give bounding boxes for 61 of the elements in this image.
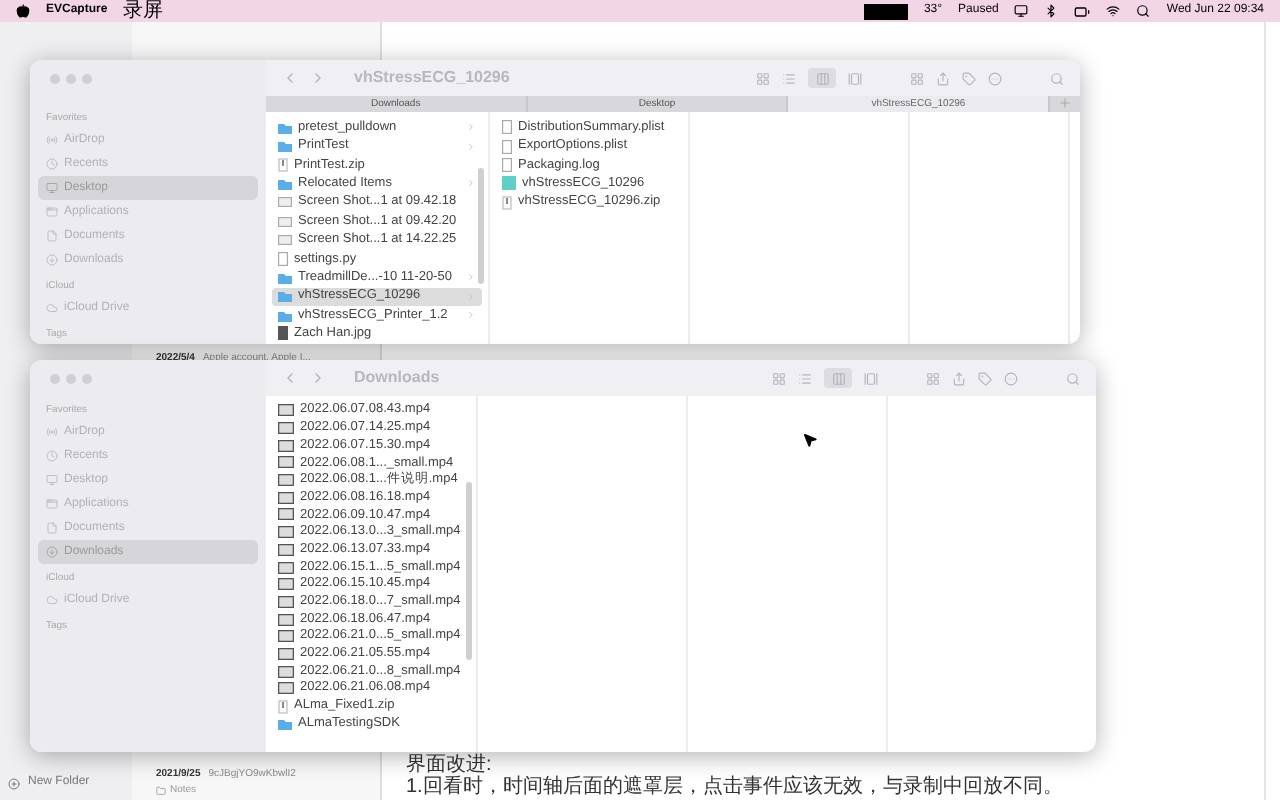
new-tab-icon[interactable]: [1058, 96, 1073, 110]
clock-icon: [46, 158, 58, 170]
back-icon[interactable]: [282, 370, 298, 386]
forward-icon[interactable]: [310, 370, 326, 386]
document-icon: [278, 251, 288, 266]
group-icon[interactable]: [926, 371, 940, 385]
cloud-icon: [46, 594, 58, 606]
note-body-text: 1.回看时，时间轴后面的遮罩层，点击事件应该无效，与录制中回放不同。: [406, 776, 1065, 798]
share-icon[interactable]: [936, 71, 950, 85]
gallery-view-icon[interactable]: [864, 371, 878, 385]
more-icon[interactable]: [1004, 371, 1018, 385]
back-icon[interactable]: [282, 70, 298, 86]
scrollbar: [478, 167, 484, 284]
plus-circle-icon: [8, 777, 20, 789]
download-icon: [46, 254, 58, 266]
radio-waves-icon: [46, 426, 58, 438]
menu-item[interactable]: 录屏: [123, 0, 164, 22]
zip-file-icon: [278, 157, 288, 172]
folder-icon: [278, 177, 292, 190]
monitor-icon: [46, 182, 58, 194]
column-view-button[interactable]: [824, 368, 852, 388]
list-view-icon[interactable]: [798, 371, 812, 385]
list-view-icon[interactable]: [782, 71, 796, 85]
folder-icon: [278, 717, 292, 730]
gallery-view-icon[interactable]: [848, 71, 862, 85]
radio-waves-icon: [46, 134, 58, 146]
columns-icon: [831, 371, 845, 385]
clock-icon: [46, 450, 58, 462]
zip-file-icon: [278, 699, 288, 714]
search-icon[interactable]: [1136, 4, 1151, 18]
folder-icon: [156, 785, 166, 796]
document-icon: [46, 230, 58, 242]
more-icon[interactable]: [988, 71, 1002, 85]
window-title: vhStressECG_10296: [354, 66, 510, 90]
tag-icon[interactable]: [962, 71, 976, 85]
document-icon: [46, 522, 58, 534]
note-heading: 界面改进:: [406, 754, 494, 776]
columns-icon: [815, 71, 829, 85]
app-window-icon: [46, 498, 58, 510]
grid-view-icon[interactable]: [756, 71, 770, 85]
wifi-icon[interactable]: [1106, 4, 1121, 18]
app-file-icon: [502, 176, 516, 191]
monitor-icon: [46, 474, 58, 486]
photo-file-icon: [278, 326, 288, 341]
redaction-block: [863, 3, 908, 19]
download-icon: [46, 546, 58, 558]
forward-icon[interactable]: [310, 70, 326, 86]
group-icon[interactable]: [910, 71, 924, 85]
grid-view-icon[interactable]: [772, 371, 786, 385]
zip-file-icon: [502, 195, 512, 210]
cursor-icon: [802, 432, 818, 448]
app-window-icon: [46, 206, 58, 218]
share-icon[interactable]: [952, 371, 966, 385]
monitor-icon[interactable]: [1014, 4, 1029, 18]
window-title: Downloads: [354, 366, 440, 390]
bluetooth-icon[interactable]: [1044, 4, 1059, 18]
battery-icon[interactable]: [1074, 3, 1091, 19]
apple-logo-icon[interactable]: [16, 4, 30, 18]
tag-icon[interactable]: [978, 371, 992, 385]
cloud-icon: [46, 302, 58, 314]
column-view-button[interactable]: [808, 68, 836, 88]
